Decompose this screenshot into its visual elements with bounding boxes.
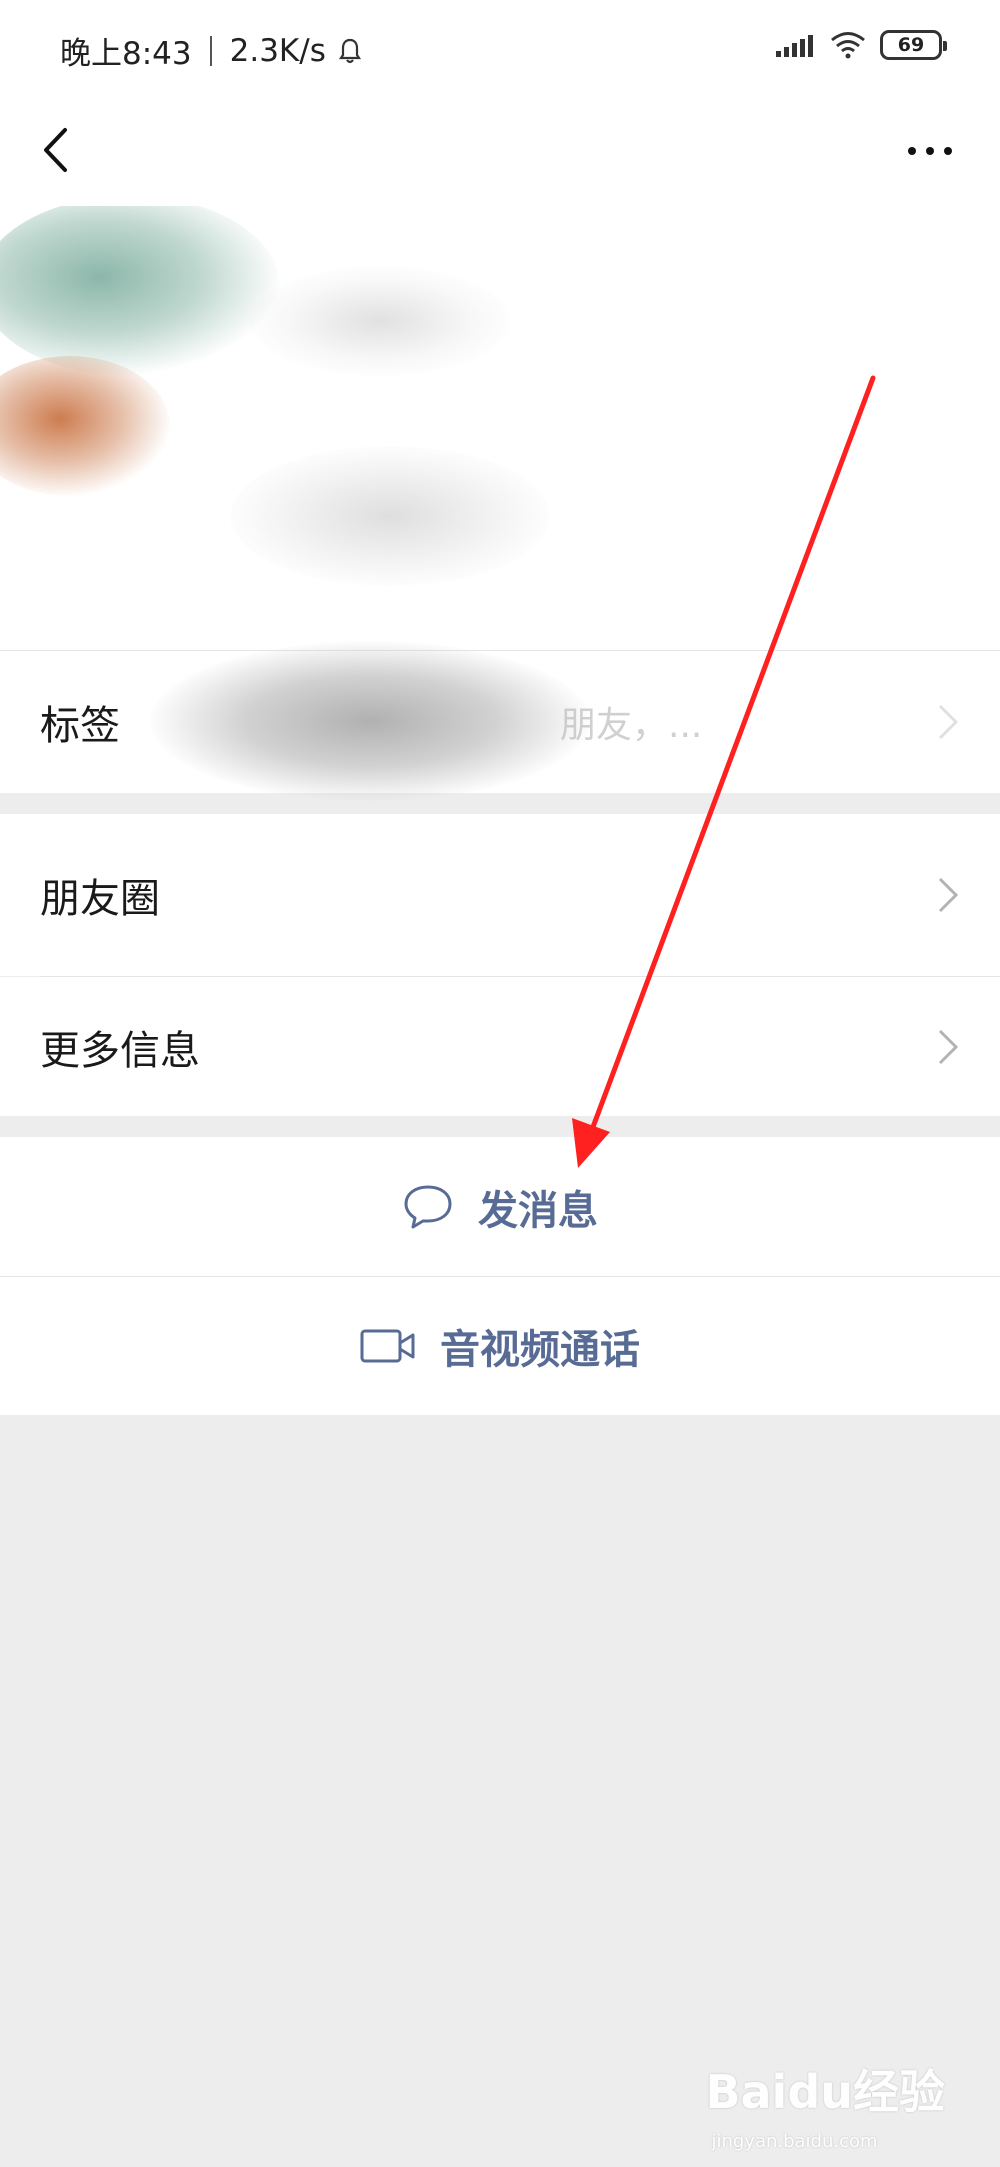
status-time: 晚上8:43 xyxy=(60,36,192,72)
tags-blur xyxy=(150,641,590,801)
tags-row[interactable]: 标签 朋友，... xyxy=(0,641,1000,801)
avatar-blur-orange xyxy=(0,356,170,496)
name-blur xyxy=(250,266,510,376)
baidu-watermark: Baidu经验 jingyan.baidu.com xyxy=(705,2056,945,2152)
nav-bar xyxy=(0,96,1000,206)
back-button[interactable] xyxy=(30,120,80,180)
video-camera-icon xyxy=(360,1329,415,1363)
status-left: 晚上8:43 2.3K/s xyxy=(60,28,362,73)
battery-indicator: 69 xyxy=(880,30,947,60)
chevron-right-icon xyxy=(938,877,959,913)
watermark-logo: Baidu经验 xyxy=(705,2065,945,2119)
more-dot xyxy=(926,147,934,155)
tags-label: 标签 xyxy=(40,703,120,749)
bell-icon xyxy=(338,38,361,63)
status-bar: 晚上8:43 2.3K/s 69 xyxy=(0,0,1000,96)
send-message-button[interactable]: 发消息 xyxy=(0,1137,1000,1276)
more-button[interactable] xyxy=(890,126,970,176)
send-message-label: 发消息 xyxy=(478,1187,598,1234)
more-info-row[interactable]: 更多信息 xyxy=(0,977,1000,1116)
moments-label: 朋友圈 xyxy=(40,876,160,922)
video-call-label: 音视频通话 xyxy=(440,1327,640,1373)
chevron-left-icon xyxy=(44,128,67,172)
status-separator xyxy=(209,35,212,66)
signal-icon xyxy=(776,35,813,57)
wifi-icon xyxy=(831,32,865,59)
video-call-button[interactable]: 音视频通话 xyxy=(0,1277,1000,1415)
more-info-label: 更多信息 xyxy=(40,1027,200,1074)
network-speed: 2.3K/s xyxy=(229,32,326,69)
profile-header xyxy=(0,206,1000,651)
chat-bubble-icon xyxy=(404,1185,452,1228)
chevron-right-icon xyxy=(938,704,959,740)
moments-row[interactable]: 朋友圈 xyxy=(0,814,1000,976)
battery-level: 69 xyxy=(897,34,925,56)
more-dot xyxy=(944,147,952,155)
id-blur xyxy=(230,446,550,586)
chevron-right-icon xyxy=(938,1029,959,1064)
status-right: 69 xyxy=(776,30,947,60)
more-dot xyxy=(908,147,916,155)
watermark-url: jingyan.baidu.com xyxy=(711,2131,878,2152)
avatar xyxy=(0,206,280,376)
